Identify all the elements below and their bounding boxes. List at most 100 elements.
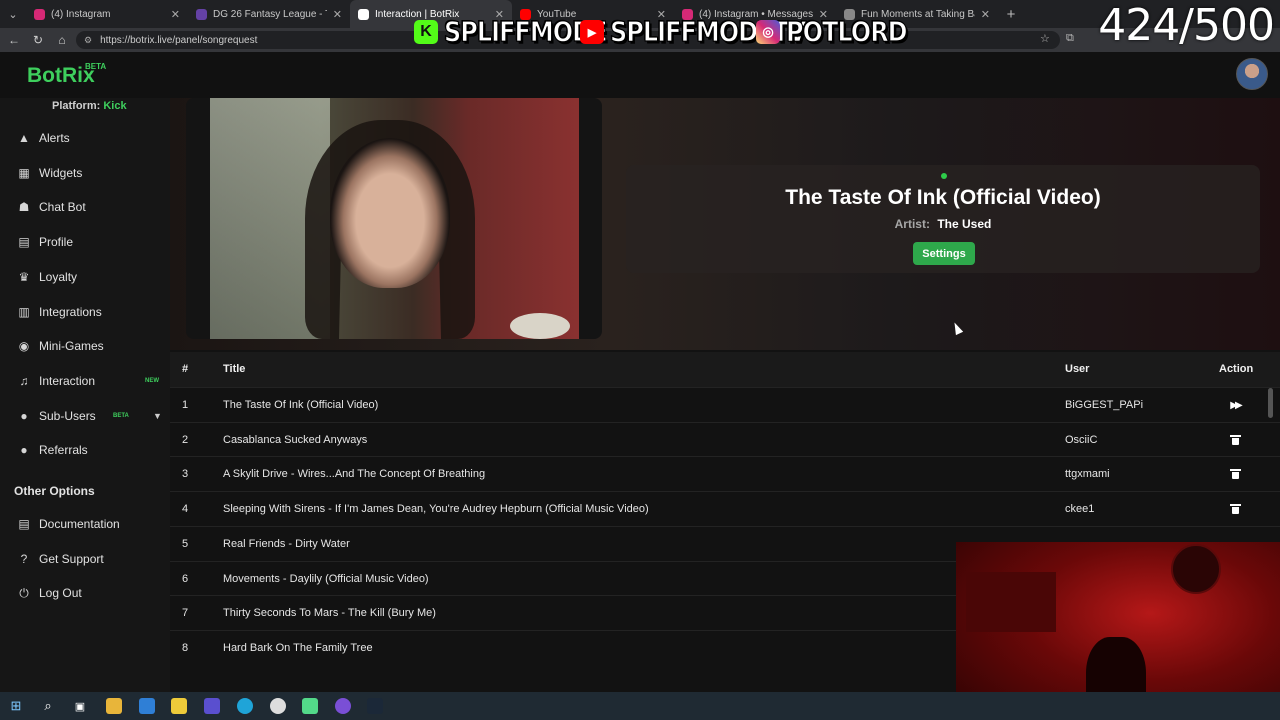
row-number: 2 <box>182 433 189 446</box>
logout-icon: ⏻ <box>19 585 29 600</box>
sidebar-item-get-support[interactable]: ? Get Support <box>0 544 170 574</box>
goal-counter: 424/500 <box>1098 0 1275 51</box>
steam-icon[interactable] <box>367 698 383 714</box>
row-title: Hard Bark On The Family Tree <box>223 641 373 654</box>
mouse-cursor <box>950 320 964 336</box>
row-number: 7 <box>182 607 189 620</box>
file-explorer-icon[interactable] <box>106 698 122 714</box>
edge-browser-icon[interactable] <box>237 698 253 714</box>
settings-button[interactable]: Settings <box>913 242 975 265</box>
sidebar-item-sub-users[interactable]: ● Sub-Users BETA ▼ <box>0 401 170 431</box>
robot-icon: ☗ <box>18 200 30 215</box>
table-row: 4 Sleeping With Sirens - If I'm James Dea… <box>170 491 1280 526</box>
sidebar-item-alerts[interactable]: ▲ Alerts <box>0 123 170 153</box>
trash-icon[interactable] <box>1228 502 1242 516</box>
row-user: ckee1 <box>1065 503 1095 516</box>
skip-forward-icon[interactable]: ▶▶ <box>1228 398 1243 412</box>
list-icon: ▥ <box>18 304 30 319</box>
row-title: Real Friends - Dirty Water <box>223 537 350 550</box>
sidebar-item-widgets[interactable]: ▦ Widgets <box>0 158 170 188</box>
now-playing-title: The Taste Of Ink (Official Video) <box>785 186 1101 209</box>
chevron-down-icon[interactable]: ▼ <box>153 411 162 421</box>
tab-list-chevron-icon[interactable]: ⌄ <box>0 0 26 28</box>
nav-badge: BETA <box>113 412 129 419</box>
document-icon: ▤ <box>18 517 30 531</box>
video-thumbnail <box>210 98 579 339</box>
table-scrollbar[interactable] <box>1268 388 1273 418</box>
table-row: 2 Casablanca Sucked Anyways OsciiC <box>170 421 1280 457</box>
row-user: BiGGEST_PAPi <box>1065 399 1144 411</box>
row-user: ttgxmami <box>1065 468 1110 481</box>
sidebar-item-label: Documentation <box>39 517 120 531</box>
app-icon-3[interactable] <box>335 698 351 714</box>
trash-icon[interactable] <box>1228 433 1242 447</box>
sidebar-item-label: Widgets <box>39 165 83 180</box>
site-header: BotRix BETA <box>0 52 1280 98</box>
row-number: 8 <box>182 641 189 654</box>
close-tab-icon[interactable]: ✕ <box>981 8 990 21</box>
url-text: https://botrix.live/panel/songrequest <box>100 34 258 46</box>
sidebar-item-integrations[interactable]: ▥ Integrations <box>0 297 170 327</box>
warning-icon: ▲ <box>18 131 30 145</box>
kick-overlay: K SPLIFFMODE <box>414 10 608 54</box>
wall-flag-icon <box>1171 544 1221 594</box>
trophy-icon: ♛ <box>18 269 30 284</box>
sidebar-item-log-out[interactable]: ⏻ Log Out <box>0 578 170 608</box>
row-number: 3 <box>182 468 189 481</box>
home-icon[interactable]: ⌂ <box>50 33 74 47</box>
other-options-heading: Other Options <box>14 484 95 498</box>
sidebar-item-label: Mini-Games <box>39 339 104 354</box>
row-title: Movements - Daylily (Official Music Vide… <box>223 572 429 585</box>
row-number: 4 <box>182 503 189 516</box>
sidebar-item-profile[interactable]: ▤ Profile <box>0 227 170 257</box>
browser-tab[interactable]: (4) Instagram ✕ <box>26 0 188 28</box>
reload-icon[interactable]: ↻ <box>26 33 50 47</box>
sidebar-item-mini-games[interactable]: ◉ Mini-Games <box>0 331 170 361</box>
video-player[interactable] <box>186 98 602 339</box>
sidebar-item-label: Profile <box>39 235 74 250</box>
tab-favicon-icon <box>358 8 369 20</box>
task-view-icon[interactable]: ▣ <box>72 698 88 714</box>
instagram-handle: POTLORD <box>786 15 909 49</box>
now-playing-artist: Artist: The Used <box>894 217 992 231</box>
new-tab-button[interactable]: + <box>998 6 1024 23</box>
table-header: # Title User Action <box>170 352 1280 387</box>
kick-logo-icon: K <box>414 20 438 44</box>
sidebar-item-referrals[interactable]: ● Referrals <box>0 435 170 465</box>
help-icon: ? <box>20 551 28 566</box>
sidebar-item-label: Chat Bot <box>39 200 86 215</box>
app-icon[interactable] <box>204 698 220 714</box>
windows-taskbar: ⊞ ⌕ ▣ <box>0 692 1280 720</box>
user-avatar[interactable] <box>1236 58 1268 90</box>
sidebar-item-label: Alerts <box>39 131 70 145</box>
tab-title: DG 26 Fantasy League - TOKE | Fa <box>213 8 327 20</box>
music-icon: ♫ <box>19 373 29 388</box>
row-title: Casablanca Sucked Anyways <box>223 433 368 446</box>
sidebar-item-loyalty[interactable]: ♛ Loyalty <box>0 262 170 292</box>
windows-start-icon[interactable]: ⊞ <box>8 698 24 714</box>
close-tab-icon[interactable]: ✕ <box>171 8 180 21</box>
search-icon[interactable]: ⌕ <box>40 698 56 714</box>
sidebar-item-label: Interaction <box>39 373 96 388</box>
sticky-notes-icon[interactable] <box>171 698 187 714</box>
row-title: A Skylit Drive - Wires...And The Concept… <box>223 468 486 481</box>
sidebar-item-documentation[interactable]: ▤ Documentation <box>0 509 170 539</box>
users-group-icon: ● <box>20 443 28 458</box>
bookmark-star-icon[interactable]: ☆ <box>1040 32 1050 45</box>
close-tab-icon[interactable]: ✕ <box>333 8 342 21</box>
chrome-browser-icon[interactable] <box>270 698 286 714</box>
trash-icon[interactable] <box>1228 467 1242 481</box>
outlook-icon[interactable] <box>139 698 155 714</box>
app-icon-2[interactable] <box>302 698 318 714</box>
sidebar: Platform: Kick ▲ Alerts ▦ Widgets ☗ Chat Bot ▤… <box>0 98 170 692</box>
browser-tab[interactable]: DG 26 Fantasy League - TOKE | Fa ✕ <box>188 0 350 28</box>
row-user: OsciiC <box>1065 433 1098 446</box>
sidebar-item-chat-bot[interactable]: ☗ Chat Bot <box>0 192 170 222</box>
back-arrow-icon[interactable]: ← <box>2 33 26 47</box>
sidebar-item-label: Get Support <box>39 551 104 566</box>
site-info-icon[interactable]: ⚙ <box>84 35 92 46</box>
row-title: Sleeping With Sirens - If I'm James Dean… <box>223 503 649 516</box>
instagram-overlay: ◎ POTLORD <box>756 10 909 54</box>
extensions-icon[interactable]: ⧉ <box>1066 32 1074 45</box>
sidebar-item-interaction[interactable]: ♫ Interaction NEW <box>0 366 170 396</box>
